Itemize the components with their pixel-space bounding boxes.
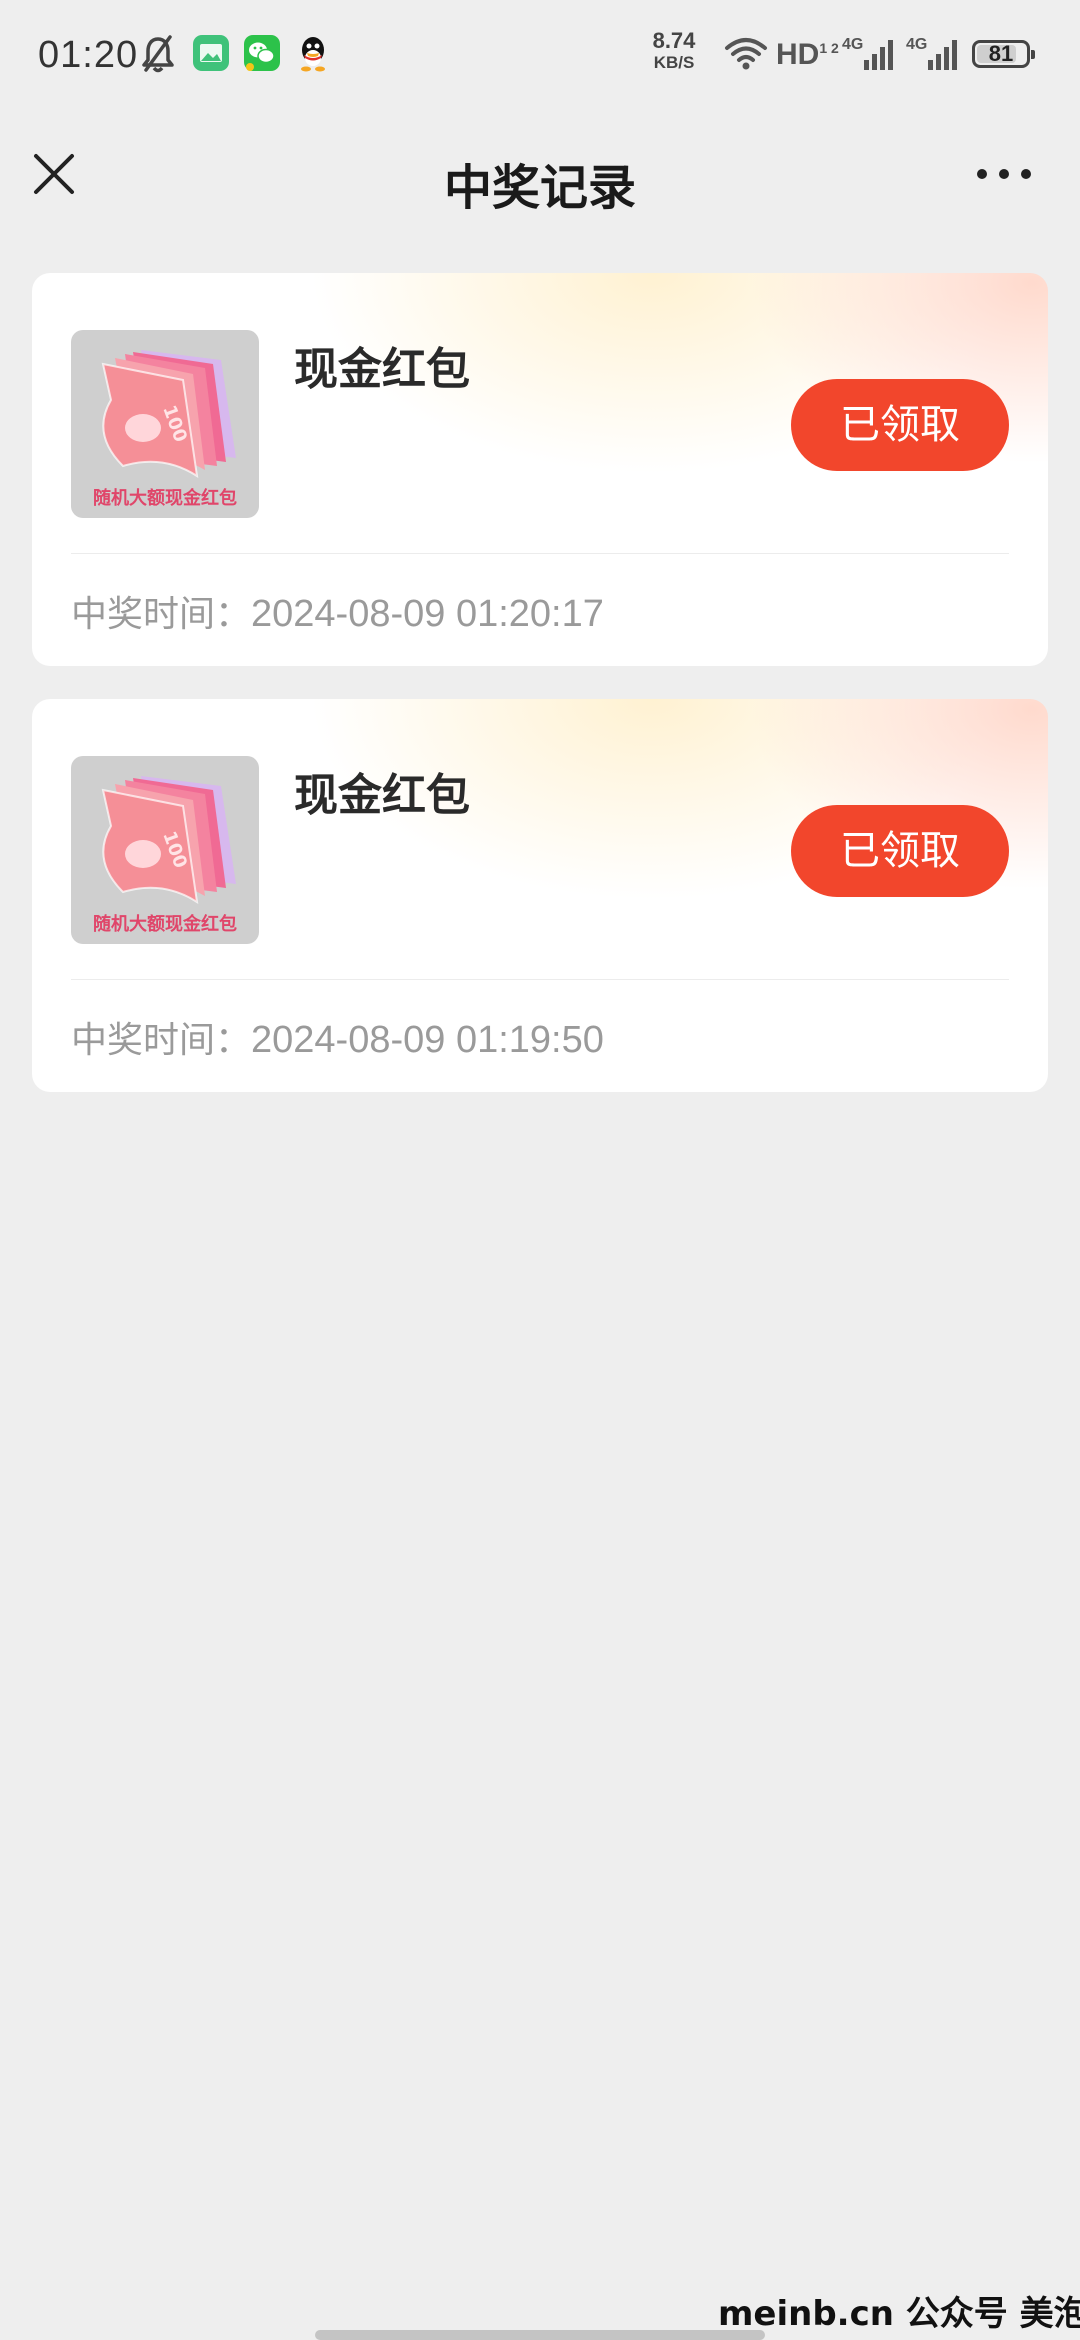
claimed-button[interactable]: 已领取 <box>791 379 1009 471</box>
prize-thumbnail: 100 随机大额现金红包 <box>71 330 259 518</box>
net-speed: 8.74 KB/S <box>644 28 704 72</box>
signal-icon-2 <box>926 38 962 78</box>
hd-text: HD <box>776 38 820 71</box>
win-time-label: 中奖时间： <box>71 594 252 635</box>
page-title: 中奖记录 <box>443 160 636 216</box>
card-divider <box>71 979 1009 980</box>
prize-card: 100 随机大额现金红包 现金红包 已领取 中奖时间：2024-08-09 01… <box>32 699 1048 1092</box>
win-time-label: 中奖时间： <box>71 1020 252 1061</box>
win-time-value: 2024-08-09 01:19:50 <box>251 1019 604 1061</box>
home-indicator[interactable] <box>315 2330 765 2340</box>
more-button[interactable] <box>968 150 1040 198</box>
hd-label: HD1 2 <box>776 38 839 72</box>
hd-sub: 1 2 <box>819 40 839 56</box>
silent-bell-icon <box>140 34 176 74</box>
prize-card: 100 随机大额现金红包 现金红包 已领取 中奖时间：2024-08-09 01… <box>32 273 1048 666</box>
thumbnail-caption: 随机大额现金红包 <box>93 488 237 509</box>
prize-name: 现金红包 <box>294 770 470 821</box>
qq-app-icon <box>295 34 331 74</box>
net-speed-value: 8.74 <box>652 28 696 53</box>
signal-1-label: 4G <box>842 36 864 53</box>
battery-level: 81 <box>988 41 1014 66</box>
nav-bar: 中奖记录 <box>0 110 1080 240</box>
watermark: meinb.cn 公众号 美泡君 <box>718 2294 1080 2334</box>
claimed-button[interactable]: 已领取 <box>791 805 1009 897</box>
more-icon <box>977 169 1031 179</box>
win-time-value: 2024-08-09 01:20:17 <box>251 593 604 635</box>
signal-2-label: 4G <box>906 36 928 53</box>
battery-icon: 81 <box>972 40 1035 68</box>
gallery-app-icon <box>192 34 230 74</box>
net-speed-unit: KB/S <box>653 53 695 72</box>
status-time: 01:20 <box>38 34 139 76</box>
win-time: 中奖时间：2024-08-09 01:19:50 <box>71 1011 604 1063</box>
wechat-app-icon <box>243 34 281 74</box>
wifi-icon <box>724 36 768 76</box>
prize-name: 现金红包 <box>294 344 470 395</box>
thumbnail-caption: 随机大额现金红包 <box>93 914 237 935</box>
prize-list: 100 随机大额现金红包 现金红包 已领取 中奖时间：2024-08-09 01… <box>32 273 1048 1125</box>
win-time: 中奖时间：2024-08-09 01:20:17 <box>71 585 604 637</box>
signal-icon <box>862 38 898 78</box>
card-divider <box>71 553 1009 554</box>
status-bar: 01:20 8.74 KB/S HD1 2 4G 4G 81 <box>0 0 1080 110</box>
prize-thumbnail: 100 随机大额现金红包 <box>71 756 259 944</box>
